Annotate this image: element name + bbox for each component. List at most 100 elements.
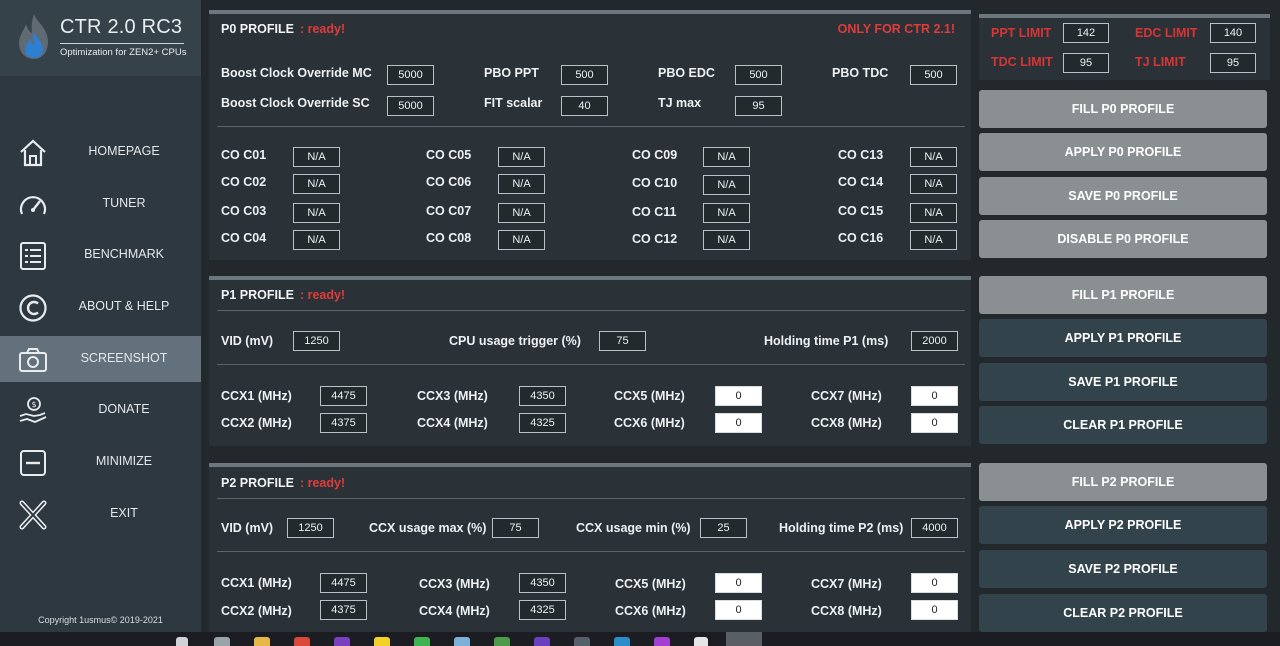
cpu-trigger-input[interactable]: 75 [599, 331, 646, 351]
co-c10-input[interactable]: N/A [703, 175, 750, 195]
nav-label: DONATE [98, 402, 150, 416]
speedometer-icon [19, 196, 47, 215]
p1-vid-input[interactable]: 1250 [293, 331, 340, 351]
clear-p1-button[interactable]: CLEAR P1 PROFILE [979, 406, 1267, 444]
p1-ccx2-input[interactable]: 4375 [320, 413, 367, 433]
fit-scalar-input[interactable]: 40 [561, 96, 608, 116]
p1-ccx3-input[interactable]: 4350 [519, 386, 566, 406]
p2-ccx7-input[interactable]: 0 [911, 573, 958, 593]
fill-p2-button[interactable]: FILL P2 PROFILE [979, 463, 1267, 501]
nav-screenshot[interactable]: SCREENSHOT [0, 336, 201, 382]
nav-donate[interactable]: $ DONATE [0, 387, 201, 433]
p2-ccx1-input[interactable]: 4475 [320, 573, 367, 593]
p2-ccx6-label: CCX6 (MHz) [615, 604, 686, 618]
save-p1-button[interactable]: SAVE P1 PROFILE [979, 363, 1267, 401]
apply-p1-button[interactable]: APPLY P1 PROFILE [979, 319, 1267, 357]
p2-ccx2-input[interactable]: 4375 [320, 600, 367, 620]
app-icon[interactable] [414, 637, 430, 646]
co-c02-label: CO C02 [221, 175, 267, 189]
p2-ccx5-input[interactable]: 0 [715, 573, 762, 593]
co-c06-input[interactable]: N/A [498, 174, 545, 194]
save-p0-button[interactable]: SAVE P0 PROFILE [979, 177, 1267, 215]
co-c02-input[interactable]: N/A [293, 174, 340, 194]
app-icon[interactable] [574, 637, 590, 646]
save-p2-button[interactable]: SAVE P2 PROFILE [979, 550, 1267, 588]
p0-header: P0 PROFILE: ready! ONLY FOR CTR 2.1! [209, 14, 971, 44]
co-c11-input[interactable]: N/A [703, 203, 750, 223]
p2-ccx6-input[interactable]: 0 [715, 600, 762, 620]
app-icon[interactable] [374, 637, 390, 646]
nav-homepage[interactable]: HOMEPAGE [0, 129, 201, 175]
co-c07-input[interactable]: N/A [498, 203, 545, 223]
edc-limit-input[interactable]: 140 [1210, 23, 1256, 43]
p1-ccx3-label: CCX3 (MHz) [417, 389, 488, 403]
pbo-edc-input[interactable]: 500 [735, 65, 782, 85]
pbo-tdc-input[interactable]: 500 [910, 65, 957, 85]
ccx-usage-min-input[interactable]: 25 [700, 518, 747, 538]
ccx-usage-max-label: CCX usage max (%) [369, 521, 487, 535]
co-c03-label: CO C03 [221, 204, 267, 218]
co-c09-input[interactable]: N/A [703, 147, 750, 167]
app-icon[interactable] [534, 637, 550, 646]
app-icon[interactable] [494, 637, 510, 646]
p1-ccx5-input[interactable]: 0 [715, 386, 762, 406]
co-c03-input[interactable]: N/A [293, 203, 340, 223]
co-c04-input[interactable]: N/A [293, 230, 340, 250]
p1-divider [217, 364, 965, 365]
p2-ccx8-input[interactable]: 0 [911, 600, 958, 620]
co-c12-input[interactable]: N/A [703, 230, 750, 250]
ccx-usage-max-input[interactable]: 75 [492, 518, 539, 538]
app-icon[interactable] [334, 637, 350, 646]
p1-ccx6-input[interactable]: 0 [715, 413, 762, 433]
fill-p1-button[interactable]: FILL P1 PROFILE [979, 276, 1267, 314]
ppt-limit-input[interactable]: 142 [1063, 23, 1109, 43]
co-c08-input[interactable]: N/A [498, 230, 545, 250]
co-c14-input[interactable]: N/A [910, 174, 957, 194]
apply-p0-button[interactable]: APPLY P0 PROFILE [979, 133, 1267, 171]
app-icon[interactable] [454, 637, 470, 646]
nav-minimize[interactable]: MINIMIZE [0, 439, 201, 485]
fill-p0-button[interactable]: FILL P0 PROFILE [979, 90, 1267, 128]
p2-ccx3-input[interactable]: 4350 [519, 573, 566, 593]
fit-scalar-label: FIT scalar [484, 96, 543, 110]
p0-warning: ONLY FOR CTR 2.1! [837, 22, 955, 36]
tdc-limit-input[interactable]: 95 [1063, 53, 1109, 73]
search-icon[interactable] [176, 637, 188, 646]
nav-benchmark[interactable]: BENCHMARK [0, 232, 201, 278]
boost-sc-input[interactable]: 5000 [387, 96, 434, 116]
p2-holding-input[interactable]: 4000 [911, 518, 958, 538]
folder-icon[interactable] [254, 637, 270, 646]
pbo-ppt-input[interactable]: 500 [561, 65, 608, 85]
pbo-edc-label: PBO EDC [658, 66, 715, 80]
boost-mc-input[interactable]: 5000 [387, 65, 434, 85]
disable-p0-button[interactable]: DISABLE P0 PROFILE [979, 220, 1267, 258]
task-view-icon[interactable] [214, 637, 230, 646]
app-icon[interactable] [654, 637, 670, 646]
clear-p2-button[interactable]: CLEAR P2 PROFILE [979, 594, 1267, 632]
apply-p2-button[interactable]: APPLY P2 PROFILE [979, 506, 1267, 544]
p2-divider [217, 551, 965, 552]
app-icon[interactable] [694, 637, 708, 646]
p1-holding-input[interactable]: 2000 [911, 331, 958, 351]
tj-limit-input[interactable]: 95 [1210, 53, 1256, 73]
co-c16-input[interactable]: N/A [910, 230, 957, 250]
p1-ccx1-input[interactable]: 4475 [320, 386, 367, 406]
nav-about-help[interactable]: ABOUT & HELP [0, 284, 201, 330]
p2-ccx2-label: CCX2 (MHz) [221, 604, 292, 618]
nav-exit[interactable]: EXIT [0, 491, 201, 537]
flame-logo-icon [19, 14, 48, 59]
co-c01-input[interactable]: N/A [293, 147, 340, 167]
p1-ccx4-input[interactable]: 4325 [519, 413, 566, 433]
p2-vid-input[interactable]: 1250 [287, 518, 334, 538]
p1-ccx8-input[interactable]: 0 [911, 413, 958, 433]
co-c15-input[interactable]: N/A [910, 203, 957, 223]
tj-max-input[interactable]: 95 [735, 96, 782, 116]
co-c05-input[interactable]: N/A [498, 147, 545, 167]
ctr-app-taskbar-icon[interactable] [726, 632, 762, 646]
chrome-icon[interactable] [294, 637, 310, 646]
nav-tuner[interactable]: TUNER [0, 181, 201, 227]
app-icon[interactable] [614, 637, 630, 646]
co-c13-input[interactable]: N/A [910, 147, 957, 167]
p2-ccx4-input[interactable]: 4325 [519, 600, 566, 620]
p1-ccx7-input[interactable]: 0 [911, 386, 958, 406]
